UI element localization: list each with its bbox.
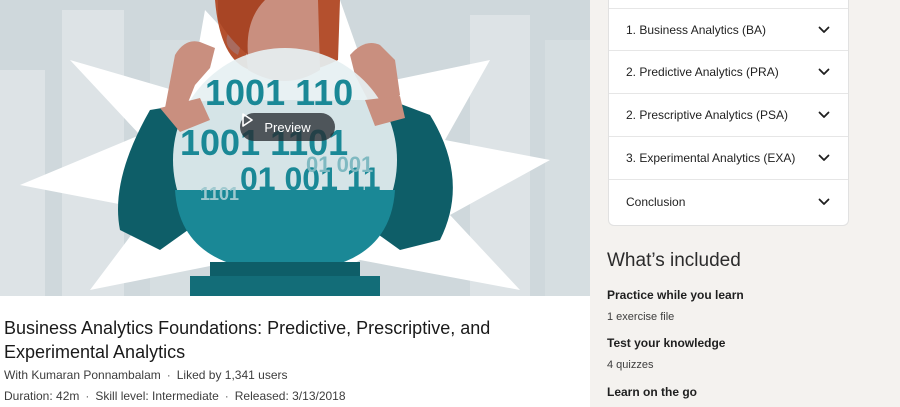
separator-dot: · (224, 389, 229, 403)
included-item-heading: Learn on the go (607, 385, 697, 399)
course-sidebar: 1. Business Analytics (BA) 2. Predictive… (590, 0, 900, 407)
course-meta: Duration: 42m · Skill level: Intermediate ·… (4, 389, 346, 403)
toc-item-predictive-analytics[interactable]: 2. Predictive Analytics (PRA) (609, 51, 848, 94)
toc-item-conclusion[interactable]: Conclusion (609, 180, 848, 223)
chevron-down-icon (818, 111, 830, 118)
course-preview-image[interactable]: 1001 110 1001 1101 01 001 11 01 001 1101… (0, 0, 590, 296)
table-of-contents: 1. Business Analytics (BA) 2. Predictive… (608, 0, 849, 226)
toc-item-label: 2. Predictive Analytics (PRA) (626, 65, 779, 79)
separator-dot: · (166, 368, 171, 382)
separator-dot: · (85, 389, 90, 403)
course-credits: With Kumaran Ponnambalam · Liked by 1,341 … (4, 368, 288, 382)
svg-text:01 001: 01 001 (306, 152, 373, 177)
included-item-heading: Practice while you learn (607, 288, 744, 302)
crystal-ball-illustration: 1001 110 1001 1101 01 001 11 01 001 1101 (0, 0, 590, 296)
included-item-heading: Test your knowledge (607, 336, 726, 350)
toc-item-experimental-analytics[interactable]: 3. Experimental Analytics (EXA) (609, 137, 848, 180)
chevron-down-icon (818, 154, 830, 161)
toc-item-business-analytics[interactable]: 1. Business Analytics (BA) (609, 8, 848, 51)
preview-button[interactable]: Preview (240, 113, 335, 141)
svg-text:1101: 1101 (200, 184, 239, 204)
likes-count: Liked by 1,341 users (176, 368, 288, 382)
chevron-down-icon (818, 26, 830, 33)
author-link[interactable]: With Kumaran Ponnambalam (4, 368, 161, 382)
included-item-detail: 4 quizzes (607, 359, 654, 371)
course-panel: 1001 110 1001 1101 01 001 11 01 001 1101… (0, 0, 590, 407)
toc-item-prescriptive-analytics[interactable]: 2. Prescriptive Analytics (PSA) (609, 94, 848, 137)
release-date: Released: 3/13/2018 (234, 389, 346, 403)
included-item-detail: 1 exercise file (607, 311, 675, 323)
toc-item-label: 2. Prescriptive Analytics (PSA) (626, 108, 789, 122)
play-icon (242, 113, 253, 127)
toc-item-label: 1. Business Analytics (BA) (626, 22, 767, 37)
course-title: Business Analytics Foundations: Predicti… (4, 318, 491, 362)
skill-level: Skill level: Intermediate (95, 389, 219, 403)
toc-item-label: 3. Experimental Analytics (EXA) (626, 151, 796, 165)
chevron-down-icon (818, 68, 830, 75)
preview-label: Preview (264, 119, 311, 135)
toc-item-label: Conclusion (626, 194, 686, 209)
svg-text:1001 110: 1001 110 (205, 72, 353, 113)
whats-included-heading: What’s included (607, 250, 741, 271)
chevron-down-icon (818, 198, 830, 205)
duration: Duration: 42m (4, 389, 80, 403)
